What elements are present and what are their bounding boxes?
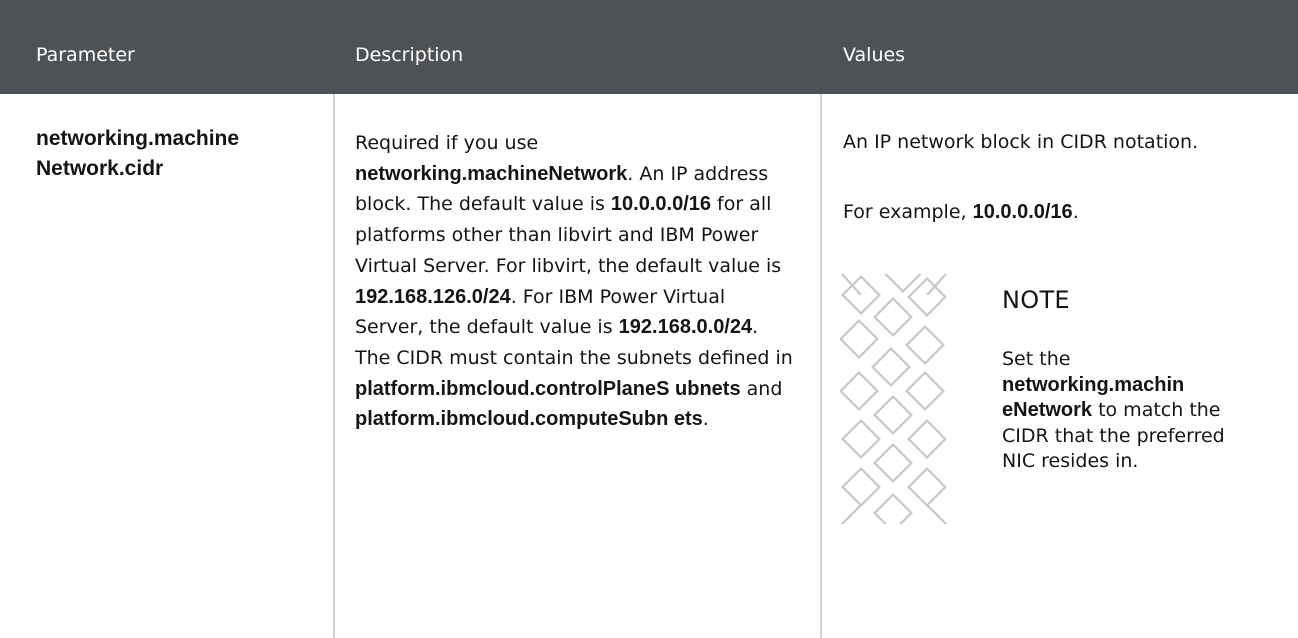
values-example: For example, 10.0.0.0/16.	[843, 197, 1283, 228]
example-prefix: For example,	[843, 201, 973, 223]
description-code: 192.168.0.0/24	[618, 316, 753, 339]
column-divider	[333, 94, 335, 638]
description-code: platform.ibmcloud.controlPlaneS ubnets	[355, 377, 741, 400]
description-cell: Required if you use networking.machineNe…	[355, 128, 795, 435]
description-text: and	[740, 377, 783, 400]
description-text: Required if you use	[355, 132, 539, 154]
note-body: Set the networking.machin eNetwork to ma…	[1002, 347, 1242, 475]
column-divider	[820, 94, 822, 638]
description-text: .	[702, 408, 709, 431]
description-code: 10.0.0.0/16	[610, 193, 712, 216]
values-line: An IP network block in CIDR notation.	[843, 131, 1199, 153]
parameter-table: Parameter Description Values networking.…	[0, 0, 1298, 638]
example-value: 10.0.0.0/16	[972, 201, 1073, 223]
note-pattern-icon	[840, 274, 948, 524]
description-code: platform.ibmcloud.computeSubn ets	[355, 408, 703, 431]
header-parameter: Parameter	[36, 44, 135, 66]
note-title: NOTE	[1002, 286, 1070, 314]
header-description: Description	[355, 44, 464, 66]
header-values: Values	[843, 44, 906, 66]
example-suffix: .	[1072, 201, 1079, 223]
description-code: networking.machineNetwork	[355, 162, 628, 185]
parameter-name: networking.machine Network.cidr	[36, 127, 240, 180]
description-code: 192.168.126.0/24	[355, 285, 511, 308]
table-header: Parameter Description Values	[0, 0, 1298, 94]
note-text: Set the	[1002, 348, 1071, 370]
